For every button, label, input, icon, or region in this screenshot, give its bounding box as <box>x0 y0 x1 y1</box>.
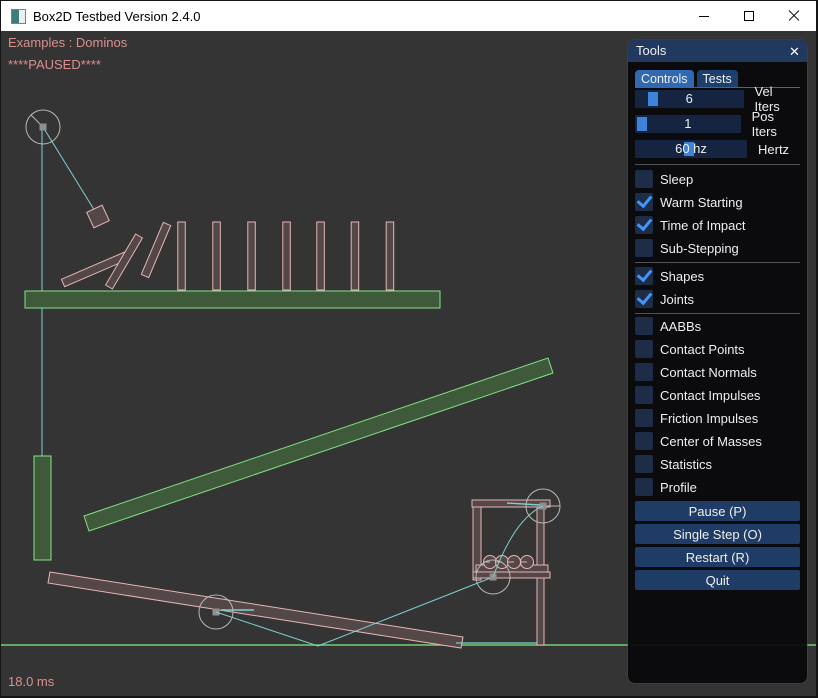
single-step-button[interactable]: Single Step (O) <box>635 524 800 544</box>
tools-panel-titlebar[interactable]: Tools ✕ <box>628 40 807 62</box>
domino-platform <box>25 291 440 308</box>
checkbox-row-aabbs[interactable]: AABBs <box>635 317 800 335</box>
quit-button[interactable]: Quit <box>635 570 800 590</box>
tab-controls[interactable]: Controls <box>635 70 694 87</box>
pendulum-anchor-circle <box>26 110 60 144</box>
slider-row-vel-iters: 6 Vel Iters <box>635 90 800 108</box>
tools-close-button[interactable]: ✕ <box>786 43 803 60</box>
checkbox[interactable] <box>635 409 653 427</box>
checkbox-label: Profile <box>660 480 697 495</box>
checkbox-row-contact-normals[interactable]: Contact Normals <box>635 363 800 381</box>
minimize-button[interactable] <box>681 1 726 31</box>
slider-value: 1 <box>635 115 741 133</box>
vertical-plank <box>34 456 51 560</box>
maximize-button[interactable] <box>726 1 771 31</box>
checkbox-label: Center of Masses <box>660 434 762 449</box>
slider-row-hertz: 60 hz Hertz <box>635 140 800 158</box>
joint-line <box>43 127 98 216</box>
separator <box>635 313 800 314</box>
checkbox-row-profile[interactable]: Profile <box>635 478 800 496</box>
vel-iters-slider[interactable]: 6 <box>635 90 744 108</box>
slider-value: 60 hz <box>635 140 747 158</box>
window-controls <box>681 1 816 31</box>
tools-panel-title: Tools <box>636 43 666 58</box>
checkbox-row-contact-points[interactable]: Contact Points <box>635 340 800 358</box>
close-button[interactable] <box>771 1 816 31</box>
checkbox[interactable] <box>635 216 653 234</box>
checkbox[interactable] <box>635 478 653 496</box>
seesaw-plank <box>48 572 463 648</box>
minimize-icon <box>699 16 709 17</box>
checkbox-label: Friction Impulses <box>660 411 758 426</box>
checkbox[interactable] <box>635 455 653 473</box>
separator <box>635 164 800 165</box>
checkbox[interactable] <box>635 386 653 404</box>
checkbox-row-shapes[interactable]: Shapes <box>635 267 800 285</box>
standing-dominos <box>178 222 394 290</box>
checkbox-label: Contact Points <box>660 342 745 357</box>
slider-label: Hertz <box>758 142 789 157</box>
slider-row-pos-iters: 1 Pos Iters <box>635 115 800 133</box>
checkbox-label: Contact Normals <box>660 365 757 380</box>
checkbox-row-time-of-impact[interactable]: Time of Impact <box>635 216 800 234</box>
checkbox-label: AABBs <box>660 319 701 334</box>
checkbox[interactable] <box>635 317 653 335</box>
checkbox[interactable] <box>635 267 653 285</box>
checkbox-row-sub-stepping[interactable]: Sub-Stepping <box>635 239 800 257</box>
slider-value: 6 <box>635 90 744 108</box>
checkbox-row-statistics[interactable]: Statistics <box>635 455 800 473</box>
checkbox[interactable] <box>635 363 653 381</box>
checkbox-label: Joints <box>660 292 694 307</box>
tab-tests[interactable]: Tests <box>697 70 738 87</box>
box2d-testbed-window: { "window": { "title": "Box2D Testbed Ve… <box>0 0 818 698</box>
tools-panel: Tools ✕ Controls Tests 6 Vel Iters <box>628 40 807 683</box>
checkbox[interactable] <box>635 432 653 450</box>
checkbox-row-center-of-masses[interactable]: Center of Masses <box>635 432 800 450</box>
example-label: Examples : Dominos <box>8 35 127 50</box>
checkbox-row-contact-impulses[interactable]: Contact Impulses <box>635 386 800 404</box>
slider-label: Pos Iters <box>752 109 800 139</box>
separator <box>635 262 800 263</box>
checkbox[interactable] <box>635 340 653 358</box>
restart-button[interactable]: Restart (R) <box>635 547 800 567</box>
checkbox-row-joints[interactable]: Joints <box>635 290 800 308</box>
checkbox[interactable] <box>635 239 653 257</box>
checkbox-label: Shapes <box>660 269 704 284</box>
frame-time-label: 18.0 ms <box>8 674 54 689</box>
maximize-icon <box>744 11 754 21</box>
fallen-domino <box>141 222 170 277</box>
checkbox-row-friction-impulses[interactable]: Friction Impulses <box>635 409 800 427</box>
checkbox[interactable] <box>635 193 653 211</box>
checkbox-label: Sleep <box>660 172 693 187</box>
pos-iters-slider[interactable]: 1 <box>635 115 741 133</box>
simulation-canvas[interactable]: Examples : Dominos ****PAUSED**** 18.0 m… <box>1 31 816 696</box>
os-titlebar: Box2D Testbed Version 2.4.0 <box>1 1 816 31</box>
checkbox-row-warm-starting[interactable]: Warm Starting <box>635 193 800 211</box>
window-title: Box2D Testbed Version 2.4.0 <box>33 9 200 24</box>
close-icon <box>788 10 800 22</box>
checkbox[interactable] <box>635 170 653 188</box>
checkbox-row-sleep[interactable]: Sleep <box>635 170 800 188</box>
paused-label: ****PAUSED**** <box>8 57 101 72</box>
checkbox-label: Sub-Stepping <box>660 241 739 256</box>
checkbox-label: Time of Impact <box>660 218 745 233</box>
checkbox-label: Contact Impulses <box>660 388 760 403</box>
pause-button[interactable]: Pause (P) <box>635 501 800 521</box>
hertz-slider[interactable]: 60 hz <box>635 140 747 158</box>
checkbox[interactable] <box>635 290 653 308</box>
pendulum-block <box>87 205 110 228</box>
checkbox-label: Warm Starting <box>660 195 743 210</box>
checkbox-label: Statistics <box>660 457 712 472</box>
cradle-frame <box>472 500 550 645</box>
app-icon <box>11 9 26 24</box>
